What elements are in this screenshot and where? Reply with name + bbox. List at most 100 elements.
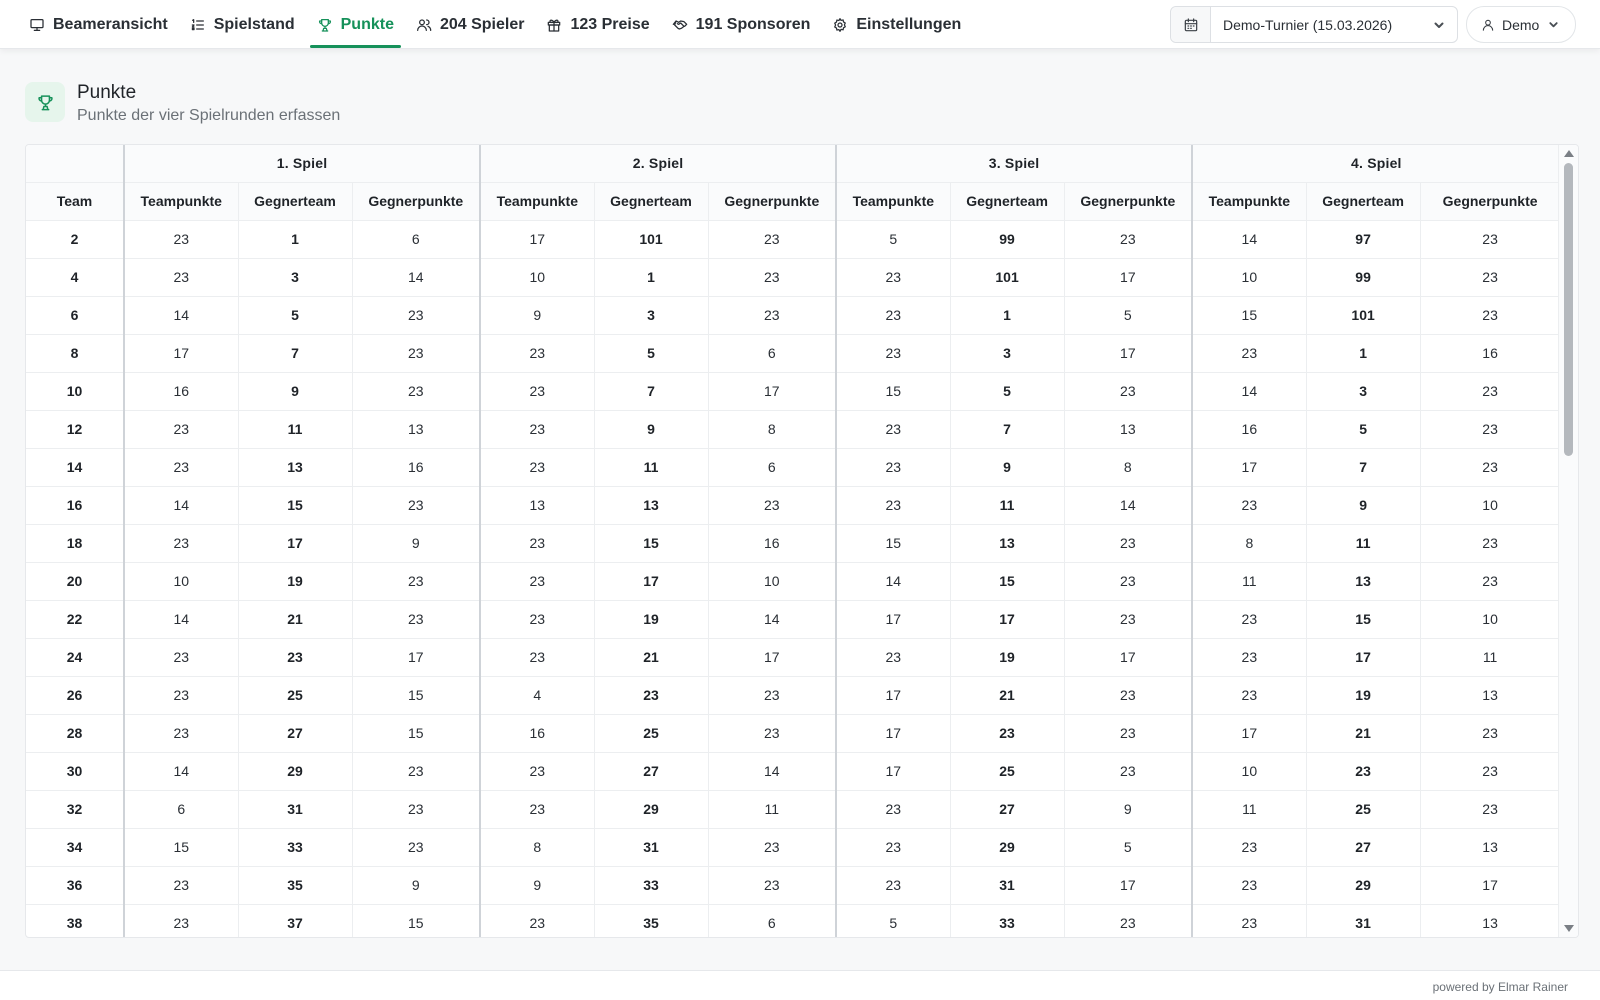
teampunkte-cell[interactable]: 23	[835, 334, 951, 373]
gegnerpunkte-cell[interactable]: 6	[352, 220, 481, 259]
teampunkte-cell[interactable]: 17	[835, 676, 951, 715]
gegnerpunkte-cell[interactable]: 23	[1064, 676, 1193, 715]
gegnerpunkte-cell[interactable]: 16	[352, 448, 481, 487]
gegnerpunkte-cell[interactable]: 23	[1064, 600, 1193, 639]
gegnerpunkte-cell[interactable]: 10	[708, 562, 837, 601]
gegnerpunkte-cell[interactable]: 17	[708, 372, 837, 411]
teampunkte-cell[interactable]: 23	[1191, 486, 1307, 525]
teampunkte-cell[interactable]: 23	[835, 258, 951, 297]
teampunkte-cell[interactable]: 17	[835, 600, 951, 639]
gegnerpunkte-cell[interactable]: 6	[708, 334, 837, 373]
tab-spielstand[interactable]: Spielstand	[179, 0, 306, 49]
gegnerpunkte-cell[interactable]: 23	[1064, 714, 1193, 753]
gegnerpunkte-cell[interactable]: 13	[1420, 828, 1561, 867]
teampunkte-cell[interactable]: 17	[1191, 448, 1307, 487]
teampunkte-cell[interactable]: 16	[479, 714, 595, 753]
teampunkte-cell[interactable]: 8	[1191, 524, 1307, 563]
gegnerpunkte-cell[interactable]: 9	[352, 524, 481, 563]
scrollbar-thumb[interactable]	[1564, 163, 1573, 456]
user-menu[interactable]: Demo	[1466, 6, 1576, 43]
teampunkte-cell[interactable]: 6	[123, 790, 239, 829]
teampunkte-cell[interactable]: 23	[835, 410, 951, 449]
gegnerpunkte-cell[interactable]: 13	[1420, 676, 1561, 715]
scroll-down-arrow-icon[interactable]	[1564, 925, 1574, 932]
teampunkte-cell[interactable]: 23	[479, 752, 595, 791]
teampunkte-cell[interactable]: 23	[835, 638, 951, 677]
teampunkte-cell[interactable]: 16	[123, 372, 239, 411]
teampunkte-cell[interactable]: 23	[835, 486, 951, 525]
teampunkte-cell[interactable]: 17	[835, 714, 951, 753]
gegnerpunkte-cell[interactable]: 23	[352, 752, 481, 791]
teampunkte-cell[interactable]: 23	[123, 904, 239, 937]
gegnerpunkte-cell[interactable]: 23	[708, 296, 837, 335]
gegnerpunkte-cell[interactable]: 23	[1064, 562, 1193, 601]
teampunkte-cell[interactable]: 10	[123, 562, 239, 601]
gegnerpunkte-cell[interactable]: 23	[1420, 410, 1561, 449]
gegnerpunkte-cell[interactable]: 23	[352, 562, 481, 601]
gegnerpunkte-cell[interactable]: 23	[352, 296, 481, 335]
scroll-up-arrow-icon[interactable]	[1564, 150, 1574, 157]
teampunkte-cell[interactable]: 10	[1191, 258, 1307, 297]
gegnerpunkte-cell[interactable]: 23	[352, 372, 481, 411]
gegnerpunkte-cell[interactable]: 13	[352, 410, 481, 449]
gegnerpunkte-cell[interactable]: 8	[708, 410, 837, 449]
gegnerpunkte-cell[interactable]: 23	[1064, 372, 1193, 411]
tab-einstellungen[interactable]: Einstellungen	[821, 0, 972, 49]
teampunkte-cell[interactable]: 23	[1191, 904, 1307, 937]
gegnerpunkte-cell[interactable]: 14	[1064, 486, 1193, 525]
tab-preise[interactable]: 123 Preise	[535, 0, 660, 49]
teampunkte-cell[interactable]: 17	[479, 220, 595, 259]
teampunkte-cell[interactable]: 23	[123, 410, 239, 449]
teampunkte-cell[interactable]: 23	[1191, 828, 1307, 867]
teampunkte-cell[interactable]: 17	[123, 334, 239, 373]
tab-spieler[interactable]: 204 Spieler	[405, 0, 536, 49]
gegnerpunkte-cell[interactable]: 17	[352, 638, 481, 677]
gegnerpunkte-cell[interactable]: 15	[352, 714, 481, 753]
gegnerpunkte-cell[interactable]: 23	[708, 258, 837, 297]
teampunkte-cell[interactable]: 23	[835, 866, 951, 905]
teampunkte-cell[interactable]: 23	[123, 448, 239, 487]
teampunkte-cell[interactable]: 23	[123, 220, 239, 259]
teampunkte-cell[interactable]: 8	[479, 828, 595, 867]
teampunkte-cell[interactable]: 23	[1191, 638, 1307, 677]
gegnerpunkte-cell[interactable]: 23	[1064, 904, 1193, 937]
gegnerpunkte-cell[interactable]: 23	[1064, 524, 1193, 563]
teampunkte-cell[interactable]: 23	[1191, 600, 1307, 639]
gegnerpunkte-cell[interactable]: 23	[708, 676, 837, 715]
teampunkte-cell[interactable]: 14	[1191, 372, 1307, 411]
vertical-scrollbar[interactable]	[1558, 145, 1578, 937]
gegnerpunkte-cell[interactable]: 16	[1420, 334, 1561, 373]
teampunkte-cell[interactable]: 23	[479, 372, 595, 411]
gegnerpunkte-cell[interactable]: 17	[1064, 258, 1193, 297]
gegnerpunkte-cell[interactable]: 10	[1420, 486, 1561, 525]
gegnerpunkte-cell[interactable]: 17	[1420, 866, 1561, 905]
gegnerpunkte-cell[interactable]: 13	[1420, 904, 1561, 937]
teampunkte-cell[interactable]: 23	[1191, 334, 1307, 373]
teampunkte-cell[interactable]: 23	[835, 828, 951, 867]
gegnerpunkte-cell[interactable]: 23	[1420, 714, 1561, 753]
teampunkte-cell[interactable]: 14	[123, 486, 239, 525]
gegnerpunkte-cell[interactable]: 23	[1420, 524, 1561, 563]
teampunkte-cell[interactable]: 15	[1191, 296, 1307, 335]
gegnerpunkte-cell[interactable]: 15	[352, 904, 481, 937]
teampunkte-cell[interactable]: 15	[835, 524, 951, 563]
gegnerpunkte-cell[interactable]: 17	[1064, 638, 1193, 677]
teampunkte-cell[interactable]: 23	[835, 296, 951, 335]
gegnerpunkte-cell[interactable]: 23	[708, 866, 837, 905]
gegnerpunkte-cell[interactable]: 23	[1420, 258, 1561, 297]
gegnerpunkte-cell[interactable]: 14	[708, 752, 837, 791]
teampunkte-cell[interactable]: 14	[123, 752, 239, 791]
teampunkte-cell[interactable]: 23	[479, 410, 595, 449]
teampunkte-cell[interactable]: 11	[1191, 790, 1307, 829]
gegnerpunkte-cell[interactable]: 10	[1420, 600, 1561, 639]
teampunkte-cell[interactable]: 17	[1191, 714, 1307, 753]
gegnerpunkte-cell[interactable]: 17	[708, 638, 837, 677]
teampunkte-cell[interactable]: 23	[835, 448, 951, 487]
teampunkte-cell[interactable]: 23	[479, 562, 595, 601]
gegnerpunkte-cell[interactable]: 9	[352, 866, 481, 905]
gegnerpunkte-cell[interactable]: 23	[708, 220, 837, 259]
teampunkte-cell[interactable]: 23	[123, 676, 239, 715]
gegnerpunkte-cell[interactable]: 23	[1064, 752, 1193, 791]
teampunkte-cell[interactable]: 17	[835, 752, 951, 791]
teampunkte-cell[interactable]: 14	[123, 296, 239, 335]
